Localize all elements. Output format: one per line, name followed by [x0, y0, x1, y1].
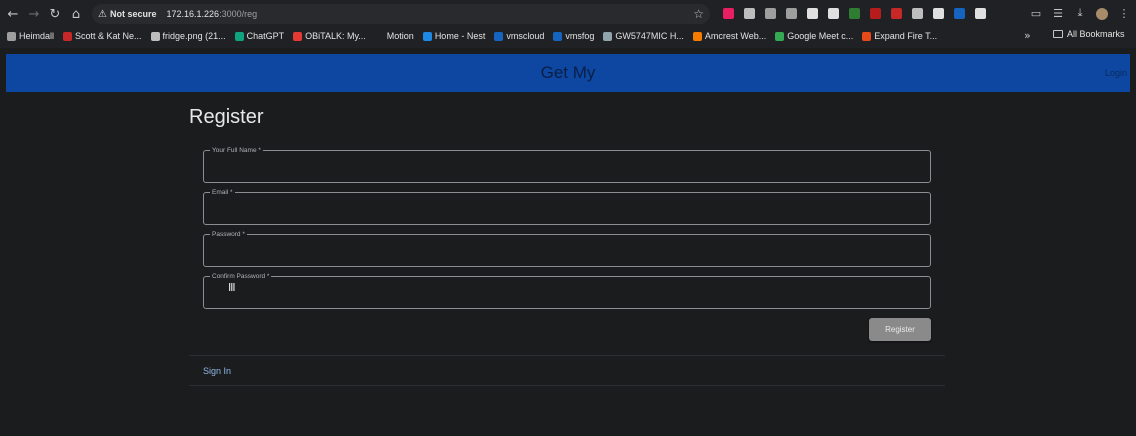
- bookmark-favicon-icon: [603, 31, 613, 41]
- bookmark-item[interactable]: GW5747MIC H...: [603, 31, 684, 41]
- confirm-password-field[interactable]: Confirm Password *: [203, 272, 931, 309]
- bookmark-item[interactable]: vmsfog: [553, 31, 594, 41]
- bookmark-favicon-icon: [862, 31, 872, 41]
- bookmark-favicon-icon: [7, 31, 16, 41]
- bookmark-favicon-icon: [150, 31, 160, 41]
- browser-chrome: ← → ↻ ⌂ ⚠ Not secure 172.16.1.226:3000/r…: [0, 0, 1136, 48]
- password-field[interactable]: Password *: [203, 230, 931, 267]
- confirm-password-input[interactable]: [204, 277, 930, 308]
- extension-icon[interactable]: [741, 6, 757, 22]
- page-title: Register: [189, 106, 264, 128]
- bookmark-label: OBiTALK: My...: [305, 31, 366, 41]
- signin-link[interactable]: Sign In: [203, 366, 231, 376]
- extension-icon[interactable]: [909, 6, 925, 22]
- bookmark-label: fridge.png (21...: [162, 31, 226, 41]
- bookmark-item[interactable]: Amcrest Web...: [692, 31, 767, 41]
- bookmark-star-icon[interactable]: ☆: [693, 7, 704, 21]
- bookmark-favicon-icon: [422, 31, 432, 41]
- divider: [189, 385, 945, 386]
- media-icon[interactable]: ☰: [1050, 5, 1066, 21]
- toolbar-right-icons: ▭ ☰ ⤓ ⋮: [1028, 5, 1132, 21]
- bookmark-label: Google Meet c...: [787, 31, 854, 41]
- back-icon[interactable]: ←: [2, 3, 24, 25]
- address-bar[interactable]: ⚠ Not secure 172.16.1.226:3000/reg ☆: [92, 4, 710, 24]
- extension-icon[interactable]: [867, 6, 883, 22]
- bookmark-item[interactable]: Google Meet c...: [775, 31, 853, 41]
- download-icon[interactable]: ⤓: [1072, 5, 1088, 21]
- bookmark-label: Heimdall: [19, 31, 55, 41]
- url-host: 172.16.1.226: [166, 9, 220, 19]
- extensions-bar: [720, 5, 988, 22]
- security-status[interactable]: Not secure: [110, 9, 157, 19]
- bookmark-label: vmscloud: [506, 31, 545, 41]
- extension-icon[interactable]: [825, 6, 841, 22]
- bookmark-item[interactable]: Scott & Kat Ne...: [63, 31, 142, 41]
- bookmark-item[interactable]: Heimdall: [7, 31, 54, 41]
- bookmark-label: Amcrest Web...: [704, 31, 767, 41]
- bookmark-label: Motion: [386, 31, 414, 41]
- reload-icon[interactable]: ↻: [44, 3, 66, 25]
- home-icon[interactable]: ⌂: [65, 3, 87, 25]
- bookmark-favicon-icon: [374, 31, 384, 41]
- menu-icon[interactable]: ⋮: [1116, 5, 1132, 21]
- forward-icon[interactable]: →: [23, 3, 45, 25]
- bookmark-favicon-icon: [293, 31, 303, 41]
- bookmark-favicon-icon: [234, 31, 244, 41]
- bookmark-favicon-icon: [692, 31, 702, 41]
- folder-icon: [1053, 30, 1063, 38]
- full-name-field[interactable]: Your Full Name *: [203, 146, 931, 183]
- text-cursor-icon: Ⅲ: [228, 281, 236, 294]
- extension-icon[interactable]: [720, 6, 736, 22]
- bookmark-label: Home - Nest: [434, 31, 486, 41]
- extension-icon[interactable]: [762, 6, 778, 22]
- brand-title[interactable]: Get My: [6, 63, 1130, 83]
- cast-icon[interactable]: ▭: [1028, 5, 1044, 21]
- extension-icon[interactable]: [972, 6, 988, 22]
- browser-toolbar: ← → ↻ ⌂ ⚠ Not secure 172.16.1.226:3000/r…: [0, 0, 1136, 27]
- bookmarks-bar: Heimdall Scott & Kat Ne... fridge.png (21.…: [0, 27, 1136, 45]
- divider: [189, 355, 945, 356]
- bookmark-favicon-icon: [63, 31, 73, 41]
- email-input[interactable]: [204, 193, 930, 224]
- bookmark-item[interactable]: OBiTALK: My...: [293, 31, 366, 41]
- bookmark-item[interactable]: Home - Nest: [422, 31, 486, 41]
- extension-icon[interactable]: [930, 6, 946, 22]
- bookmark-item[interactable]: fridge.png (21...: [150, 31, 226, 41]
- bookmark-item[interactable]: vmscloud: [494, 31, 544, 41]
- all-bookmarks-label: All Bookmarks: [1067, 29, 1125, 39]
- extension-icon[interactable]: [783, 6, 799, 22]
- app-header: Get My Login: [6, 54, 1130, 92]
- email-field[interactable]: Email *: [203, 188, 931, 225]
- bookmark-item[interactable]: Expand Fire T...: [862, 31, 937, 41]
- all-bookmarks[interactable]: All Bookmarks: [1053, 29, 1125, 39]
- bookmark-label: Scott & Kat Ne...: [75, 31, 142, 41]
- bookmark-item[interactable]: ChatGPT: [234, 31, 285, 41]
- password-input[interactable]: [204, 235, 930, 266]
- register-button[interactable]: Register: [869, 318, 931, 341]
- chevron-right-icon[interactable]: »: [1024, 29, 1031, 42]
- bookmark-label: GW5747MIC H...: [615, 31, 684, 41]
- bookmark-label: vmsfog: [565, 31, 595, 41]
- bookmark-favicon-icon: [775, 31, 785, 41]
- extension-icon[interactable]: [888, 6, 904, 22]
- bookmark-label: ChatGPT: [246, 31, 285, 41]
- bookmark-favicon-icon: [494, 31, 504, 41]
- extension-icon[interactable]: [804, 6, 820, 22]
- profile-avatar[interactable]: [1094, 5, 1110, 21]
- bookmark-favicon-icon: [553, 31, 563, 41]
- login-link[interactable]: Login: [1105, 68, 1127, 78]
- app-page: Get My Login Register Your Full Name * E…: [0, 48, 1136, 436]
- bookmark-item[interactable]: Motion: [374, 31, 414, 41]
- bookmark-label: Expand Fire T...: [874, 31, 938, 41]
- extension-icon[interactable]: [846, 6, 862, 22]
- full-name-input[interactable]: [204, 151, 930, 182]
- warning-icon: ⚠: [98, 8, 107, 20]
- extension-icon[interactable]: [951, 6, 967, 22]
- url-path: :3000/reg: [219, 9, 258, 19]
